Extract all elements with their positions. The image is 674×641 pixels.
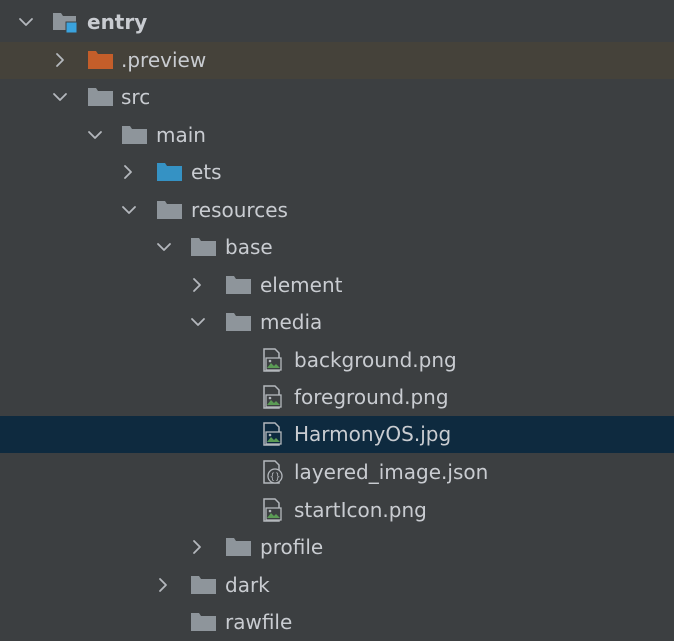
folder-icon [226, 276, 251, 294]
chevron-down-icon[interactable] [120, 201, 138, 219]
tree-row-base[interactable]: base [0, 229, 674, 266]
tree-row-profile[interactable]: profile [0, 529, 674, 566]
tree-item-label: base [225, 235, 273, 259]
tree-row-ets[interactable]: ets [0, 154, 674, 191]
tree-item-label: src [121, 85, 151, 109]
folder-icon [157, 201, 182, 219]
folder-icon [191, 576, 216, 594]
tree-item-label: dark [225, 573, 270, 597]
project-tree: entry .preview src main ets resources ba… [0, 0, 674, 634]
chevron-down-icon[interactable] [189, 313, 207, 331]
image-file-icon [263, 498, 282, 522]
tree-item-label: entry [87, 10, 148, 34]
image-file-icon [263, 385, 282, 409]
chevron-down-icon[interactable] [155, 238, 173, 256]
tree-row-src[interactable]: src [0, 79, 674, 116]
chevron-right-icon[interactable] [119, 163, 137, 181]
tree-item-label: resources [191, 198, 288, 222]
chevron-right-icon[interactable] [188, 276, 206, 294]
folder-icon [191, 238, 216, 256]
folder-icon [226, 538, 251, 556]
tree-row-element[interactable]: element [0, 267, 674, 304]
image-file-icon [263, 422, 282, 446]
tree-item-label: .preview [121, 48, 207, 72]
tree-item-label: foreground.png [294, 385, 449, 409]
tree-item-label: rawfile [225, 610, 293, 634]
scrollbar[interactable] [668, 0, 674, 623]
chevron-right-icon[interactable] [154, 576, 172, 594]
source-folder-icon [157, 163, 182, 181]
tree-item-label: startIcon.png [294, 498, 427, 522]
svg-text:{}: {} [270, 473, 281, 483]
chevron-down-icon[interactable] [17, 13, 35, 31]
tree-item-label: HarmonyOS.jpg [294, 422, 452, 446]
folder-icon [191, 613, 216, 631]
tree-item-label: background.png [294, 348, 457, 372]
tree-row-dark[interactable]: dark [0, 567, 674, 604]
tree-item-label: ets [191, 160, 222, 184]
tree-row-starticon-png[interactable]: startIcon.png [0, 492, 674, 529]
json-file-icon: {} [263, 460, 283, 484]
tree-row-media[interactable]: media [0, 304, 674, 341]
chevron-right-icon[interactable] [188, 538, 206, 556]
tree-row-background-png[interactable]: background.png [0, 342, 674, 379]
tree-row-main[interactable]: main [0, 117, 674, 154]
image-file-icon [263, 348, 282, 372]
excluded-folder-icon [88, 51, 113, 69]
chevron-down-icon[interactable] [86, 126, 104, 144]
chevron-right-icon[interactable] [51, 51, 69, 69]
module-folder-icon [53, 13, 78, 34]
tree-item-label: media [260, 310, 323, 334]
tree-row-foreground-png[interactable]: foreground.png [0, 379, 674, 416]
tree-item-label: main [156, 123, 206, 147]
tree-row-layered-image-json[interactable]: {} layered_image.json [0, 454, 674, 491]
tree-item-label: element [260, 273, 343, 297]
tree-item-label: layered_image.json [294, 460, 489, 484]
folder-icon [226, 313, 251, 331]
chevron-down-icon[interactable] [51, 88, 69, 106]
tree-item-label: profile [260, 535, 324, 559]
tree-row-entry[interactable]: entry [0, 4, 674, 41]
tree-row-harmonyos-jpg[interactable]: HarmonyOS.jpg [0, 416, 674, 453]
tree-row-resources[interactable]: resources [0, 192, 674, 229]
folder-icon [122, 126, 147, 144]
folder-icon [88, 88, 113, 106]
tree-row-preview[interactable]: .preview [0, 42, 674, 79]
